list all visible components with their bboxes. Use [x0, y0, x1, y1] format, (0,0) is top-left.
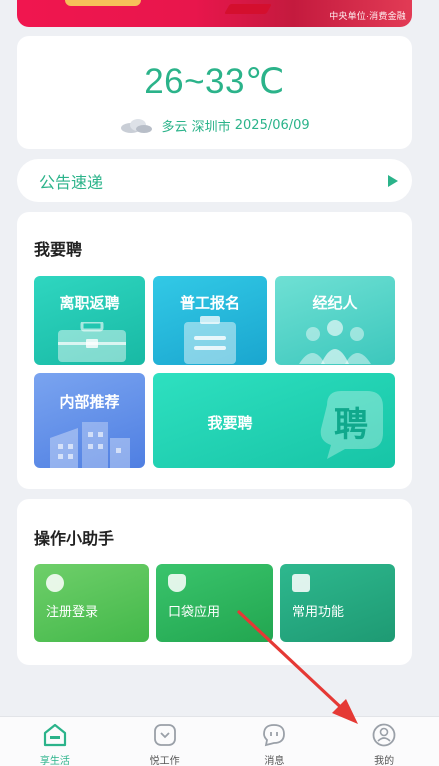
weather-date: 2025/06/09	[234, 118, 310, 133]
assist-common-functions[interactable]: 常用功能	[280, 564, 395, 642]
weather-card: 26~33℃ 多云 深圳市 2025/06/09	[17, 36, 412, 149]
bottom-nav: 享生活 悦工作 消息 我的	[0, 716, 439, 766]
nav-label-life: 享生活	[39, 756, 70, 766]
weather-meta: 多云 深圳市 2025/06/09	[17, 116, 412, 135]
nav-item-life[interactable]: 享生活	[0, 717, 110, 766]
tile-worker-signup[interactable]: 普工报名	[153, 276, 267, 365]
assistant-title: 操作小助手	[34, 531, 115, 548]
temperature: 26~33℃	[144, 62, 285, 101]
tile-internal-referral-label: 内部推荐	[59, 394, 120, 411]
nav-label-me: 我的	[374, 756, 395, 766]
tile-hire-label: 我要聘	[207, 415, 253, 432]
play-icon	[388, 174, 398, 187]
nav-item-messages[interactable]: 消息	[220, 717, 330, 766]
tile-rehire-label: 离职返聘	[59, 295, 120, 312]
assist-register-login-label: 注册登录	[46, 605, 99, 620]
grid-icon	[292, 574, 310, 592]
buildings-icon	[50, 422, 130, 468]
briefcase-icon	[58, 322, 126, 362]
clipboard-icon	[184, 316, 236, 364]
tile-agent[interactable]: 经纪人	[275, 276, 395, 365]
banner-decoration	[224, 4, 272, 14]
notice-label: 公告速递	[39, 172, 104, 192]
assist-register-login[interactable]: 注册登录	[34, 564, 149, 642]
banner-pill	[65, 0, 141, 6]
assist-common-functions-label: 常用功能	[292, 605, 345, 620]
recruit-title: 我要聘	[34, 242, 83, 259]
top-banner[interactable]: 中央单位·消费金融	[17, 0, 412, 27]
nav-item-me[interactable]: 我的	[329, 717, 439, 766]
tile-hire[interactable]: 我要聘 聘	[153, 373, 395, 468]
assistant-card: 操作小助手 注册登录 口袋应用 常用功能	[17, 499, 412, 665]
weather-city: 深圳市	[191, 120, 231, 135]
home-icon	[43, 723, 66, 747]
chat-icon	[263, 724, 286, 747]
tile-worker-signup-label: 普工报名	[179, 295, 240, 312]
banner-caption: 中央单位·消费金融	[329, 11, 406, 21]
assist-pocket-apps-label: 口袋应用	[168, 605, 221, 620]
nav-label-work: 悦工作	[149, 756, 180, 766]
weather-condition: 多云	[161, 120, 188, 135]
nav-item-work[interactable]: 悦工作	[110, 717, 220, 766]
notice-bar[interactable]: 公告速递	[17, 159, 412, 202]
tile-internal-referral[interactable]: 内部推荐	[34, 373, 145, 468]
pin-badge-text: 聘	[334, 407, 368, 444]
tile-agent-label: 经纪人	[312, 295, 358, 312]
tile-rehire[interactable]: 离职返聘	[34, 276, 145, 365]
cloud-icon	[121, 118, 153, 133]
assist-pocket-apps[interactable]: 口袋应用	[156, 564, 273, 642]
pocket-icon	[168, 574, 186, 592]
user-add-icon	[46, 574, 64, 592]
profile-icon	[372, 723, 396, 747]
nav-label-messages: 消息	[264, 756, 285, 766]
recruit-card: 我要聘 离职返聘 普工报名 经纪人 内部推荐 我要聘 聘	[17, 212, 412, 489]
people-icon	[299, 320, 371, 364]
pocket-down-icon	[153, 724, 176, 746]
